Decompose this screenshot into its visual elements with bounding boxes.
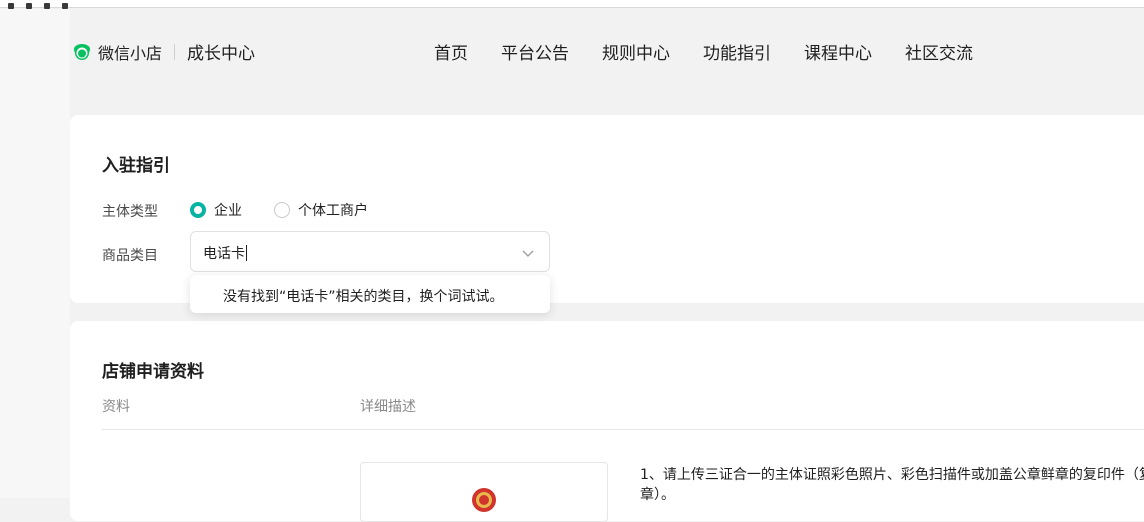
column-header-description: 详细描述 xyxy=(360,399,416,415)
left-gutter xyxy=(0,9,70,498)
category-input-value[interactable]: 电话卡 xyxy=(203,243,247,263)
radio-individual[interactable]: 个体工商户 xyxy=(274,200,368,220)
logo-divider xyxy=(174,43,176,60)
radio-enterprise-label: 企业 xyxy=(214,203,242,219)
license-sample-thumbnail[interactable] xyxy=(360,462,608,522)
column-header-material: 资料 xyxy=(102,399,130,415)
text-caret xyxy=(246,245,247,261)
material-description: 1、请上传三证合一的主体证照彩色照片、彩色扫描件或加盖公章鲜章的复印件（复 章）… xyxy=(640,465,1144,505)
nav-home[interactable]: 首页 xyxy=(434,39,468,64)
wechat-shop-logo-icon xyxy=(72,42,92,62)
logo-text: 微信小店 xyxy=(98,43,163,63)
entity-type-radio-group: 企业 个体工商户 xyxy=(190,200,400,220)
category-search-input[interactable]: 电话卡 xyxy=(190,231,550,272)
brand[interactable]: 微信小店 成长中心 xyxy=(72,39,255,64)
entry-guide-title: 入驻指引 xyxy=(102,156,170,176)
main-nav: 首页 平台公告 规则中心 功能指引 课程中心 社区交流 xyxy=(434,39,1006,64)
site-header: 微信小店 成长中心 首页 平台公告 规则中心 功能指引 课程中心 社区交流 xyxy=(70,9,1144,89)
radio-checked-icon[interactable] xyxy=(190,202,206,218)
table-divider xyxy=(102,429,1144,430)
entity-type-label: 主体类型 xyxy=(102,204,158,220)
category-input-text: 电话卡 xyxy=(203,246,245,262)
nav-community[interactable]: 社区交流 xyxy=(905,39,973,64)
radio-unchecked-icon[interactable] xyxy=(274,202,290,218)
window-controls xyxy=(8,0,118,9)
category-label: 商品类目 xyxy=(102,248,158,264)
nav-guides[interactable]: 功能指引 xyxy=(703,39,771,64)
nav-announcements[interactable]: 平台公告 xyxy=(501,39,569,64)
description-line: 章）。 xyxy=(640,487,675,503)
national-emblem-icon xyxy=(470,486,498,514)
store-materials-card: 店铺申请资料 资料 详细描述 1、请上传三证合一的主体证照彩色照片、彩色扫描件或… xyxy=(70,321,1144,522)
no-result-message: 没有找到“电话卡”相关的类目，换个词试试。 xyxy=(223,289,504,305)
category-dropdown: 没有找到“电话卡”相关的类目，换个词试试。 xyxy=(190,275,550,313)
radio-enterprise[interactable]: 企业 xyxy=(190,200,242,220)
chevron-down-icon[interactable] xyxy=(521,245,535,259)
nav-courses[interactable]: 课程中心 xyxy=(804,39,872,64)
browser-top-strip xyxy=(0,0,1144,9)
nav-rules[interactable]: 规则中心 xyxy=(602,39,670,64)
store-materials-title: 店铺申请资料 xyxy=(102,362,204,382)
growth-center-title: 成长中心 xyxy=(187,44,256,64)
radio-individual-label: 个体工商户 xyxy=(298,203,368,219)
description-line: 1、请上传三证合一的主体证照彩色照片、彩色扫描件或加盖公章鲜章的复印件（复 xyxy=(640,467,1144,483)
